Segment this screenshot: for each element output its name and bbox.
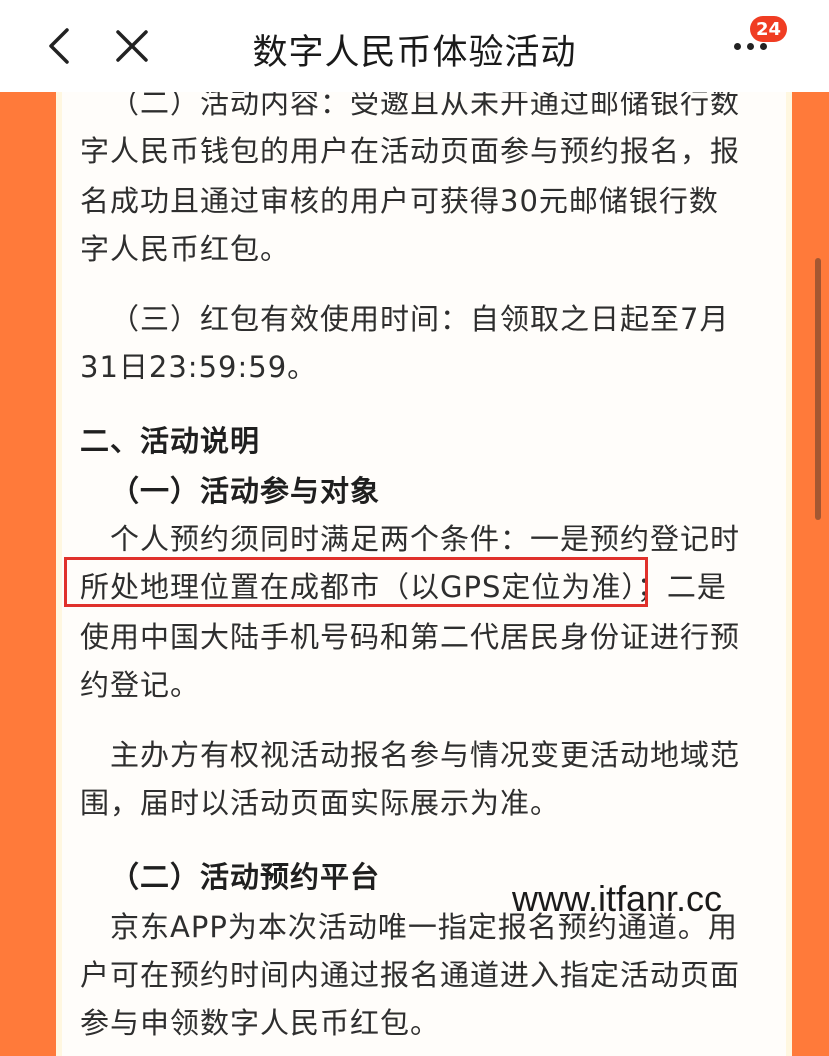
- subsection-heading: （一）活动参与对象: [110, 474, 381, 508]
- paragraph-line: 主办方有权视活动报名参与情况变更活动地域范: [110, 738, 741, 772]
- paragraph-line: 围，届时以活动页面实际展示为准。: [80, 786, 561, 820]
- scrollbar[interactable]: [815, 258, 821, 520]
- section-heading: 二、活动说明: [80, 424, 261, 458]
- paragraph-line: 字人民币红包。: [80, 232, 291, 266]
- paragraph-line: （二）活动内容：受邀且从未开通过邮储银行数: [110, 92, 741, 120]
- paragraph-line: 31日23:59:59。: [80, 350, 318, 384]
- highlight-annotation-box: [64, 557, 648, 607]
- notification-badge: 24: [750, 16, 788, 42]
- paragraph-line: （三）红包有效使用时间：自领取之日起至7月: [110, 302, 730, 336]
- paragraph-line: 个人预约须同时满足两个条件：一是预约登记时: [110, 522, 741, 556]
- right-decor-band: [792, 92, 829, 1056]
- paragraph-line: 参与申领数字人民币红包。: [80, 1006, 441, 1040]
- page-title: 数字人民币体验活动: [252, 33, 577, 73]
- paragraph-line: 名成功且通过审核的用户可获得30元邮储银行数: [80, 184, 719, 218]
- paragraph-line: 户可在预约时间内通过报名通道进入指定活动页面: [80, 958, 741, 992]
- paragraph-line: 使用中国大陆手机号码和第二代居民身份证进行预: [80, 620, 741, 654]
- subsection-heading: （二）活动预约平台: [110, 860, 381, 894]
- paragraph-line: 约登记。: [80, 668, 201, 702]
- top-navbar: 数字人民币体验活动 24: [0, 0, 829, 92]
- more-dots-icon: [733, 42, 767, 50]
- paragraph-line: 字人民币钱包的用户在活动页面参与预约报名，报: [80, 134, 741, 168]
- left-decor-band: [0, 92, 56, 1056]
- card-edge-right: [786, 92, 792, 1056]
- watermark-text: www.itfanr.cc: [512, 878, 723, 919]
